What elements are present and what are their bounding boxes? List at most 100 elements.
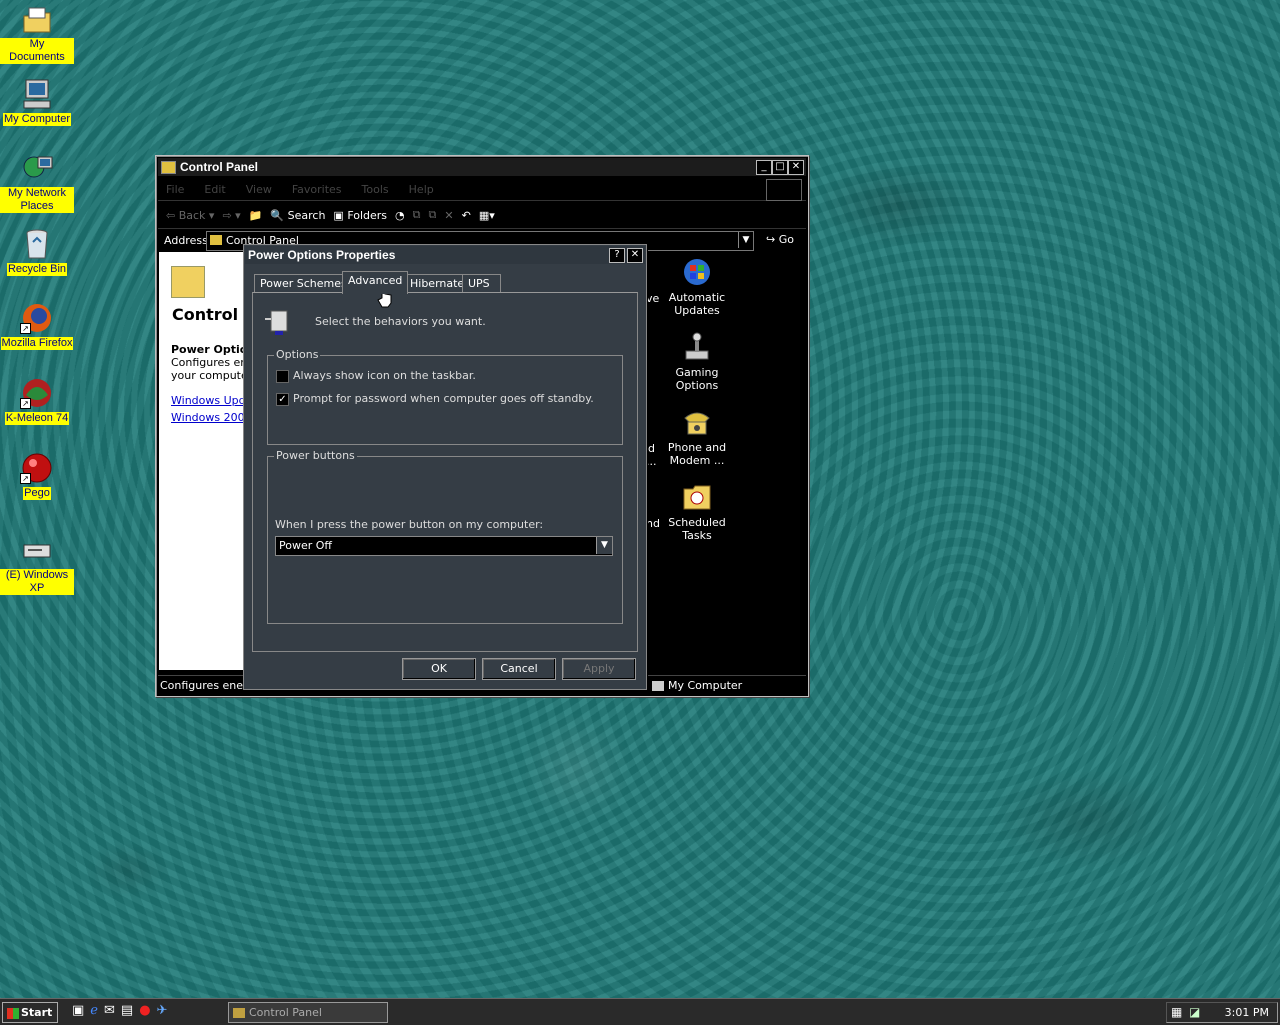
explorer-icon[interactable]: ▤ (121, 1003, 133, 1021)
power-button-select[interactable]: Power Off ▼ (275, 536, 613, 556)
prompt-password-label: Prompt for password when computer goes o… (293, 392, 594, 405)
undo-icon[interactable]: ↶ (462, 209, 471, 222)
power-options-desc-2: your computer (171, 369, 245, 382)
address-label: Address (164, 233, 208, 247)
show-icon-label: Always show icon on the taskbar. (293, 369, 476, 382)
tab-power-schemes[interactable]: Power Schemes (254, 274, 353, 293)
apply-button[interactable]: Apply (562, 658, 636, 680)
windows-2000-link[interactable]: Windows 2000 (171, 411, 245, 424)
toolbar: ⇦ Back ▾ ⇨ ▾ 📁 🔍 Search ▣ Folders ◔ ⧉ ⧉ … (158, 202, 806, 229)
dialog-titlebar[interactable]: Power Options Properties ? ✕ (245, 246, 645, 264)
scheduled-tasks-icon (681, 481, 713, 513)
menu-file[interactable]: File (166, 183, 184, 196)
desktop-icon-firefox[interactable]: ↗ Mozilla Firefox (0, 302, 74, 350)
taskbar-button-control-panel[interactable]: Control Panel (228, 1002, 388, 1023)
help-button[interactable]: ? (609, 248, 625, 263)
windows-flag-icon (7, 1007, 19, 1019)
go-button[interactable]: ↪ Go (766, 233, 794, 246)
power-options-desc-1: Configures ene (171, 356, 245, 369)
advanced-tab-panel: Select the behaviors you want. Options A… (252, 292, 638, 652)
power-buttons-group-label: Power buttons (274, 449, 357, 462)
cancel-button[interactable]: Cancel (482, 658, 556, 680)
windows-update-link[interactable]: Windows Upda (171, 394, 245, 407)
my-computer-small-icon (652, 680, 664, 691)
control-panel-task-icon (233, 1008, 245, 1018)
back-button[interactable]: ⇦ Back ▾ (166, 209, 214, 222)
desktop-icon-my-documents[interactable]: My Documents (0, 4, 74, 64)
ok-button[interactable]: OK (402, 658, 476, 680)
control-panel-items: ve d ... nd Automatic Updates Gaming Opt… (646, 252, 804, 670)
chevron-down-icon[interactable]: ▼ (596, 537, 612, 554)
prompt-password-checkbox[interactable]: ✓ (276, 393, 289, 406)
quick-launch: ▣ ℯ ✉ ▤ ● ✈ (72, 1003, 167, 1021)
up-folder-icon[interactable]: 📁 (249, 209, 263, 222)
shortcut-arrow-icon: ↗ (20, 398, 31, 409)
status-text: Configures energ (160, 678, 255, 692)
desktop-icon-pego[interactable]: ↗ Pego (0, 452, 74, 500)
outlook-express-icon[interactable]: ✉ (104, 1003, 115, 1021)
menu-help[interactable]: Help (409, 183, 434, 196)
menu-bar: File Edit View Favorites Tools Help (158, 178, 806, 201)
desktop-icon-cd-drive[interactable]: (E) Windows XP (0, 535, 74, 595)
show-icon-checkbox[interactable] (276, 370, 289, 383)
show-desktop-icon[interactable]: ▣ (72, 1003, 84, 1021)
power-options-title: Power Option (171, 343, 245, 356)
start-button[interactable]: Start (2, 1002, 58, 1023)
gaming-options-item[interactable]: Gaming Options (653, 331, 741, 392)
folder-documents-icon (20, 4, 54, 36)
network-tray-icon[interactable]: ▦ (1171, 1005, 1182, 1019)
power-behavior-icon (265, 307, 295, 337)
volume-tray-icon[interactable]: ◪ (1189, 1005, 1200, 1019)
menu-view[interactable]: View (246, 183, 272, 196)
desktop-icon-recycle-bin[interactable]: Recycle Bin (0, 228, 74, 276)
messenger-icon[interactable]: ✈ (157, 1003, 168, 1021)
joystick-icon (681, 331, 713, 363)
dialog-close-button[interactable]: ✕ (627, 248, 643, 263)
system-tray: ▦ ◪ 3:01 PM (1166, 1002, 1278, 1023)
control-panel-banner-icon (171, 266, 205, 298)
clock[interactable]: 3:01 PM (1225, 1006, 1269, 1019)
phone-icon (681, 406, 713, 438)
tab-ups[interactable]: UPS (462, 274, 501, 293)
folders-button[interactable]: ▣ Folders (333, 209, 387, 222)
tab-advanced[interactable]: Advanced (342, 271, 409, 294)
delete-icon[interactable]: ✕ (444, 209, 453, 222)
menu-edit[interactable]: Edit (204, 183, 225, 196)
folder-icon (210, 235, 222, 245)
left-pane-heading: Control P (172, 305, 245, 324)
maximize-button[interactable]: □ (772, 160, 788, 175)
control-panel-icon (161, 160, 176, 174)
tab-hibernate[interactable]: Hibernate (404, 274, 471, 293)
options-group: Options Always show icon on the taskbar.… (267, 348, 623, 445)
search-button[interactable]: 🔍 Search (270, 209, 325, 222)
close-button[interactable]: ✕ (788, 160, 804, 175)
windows-logo-icon (766, 179, 802, 201)
scheduled-tasks-item[interactable]: Scheduled Tasks (653, 481, 741, 542)
move-to-icon[interactable]: ⧉ (413, 208, 421, 222)
taskbar: Start ▣ ℯ ✉ ▤ ● ✈ Control Panel ▦ ◪ 3:01… (0, 998, 1280, 1025)
computer-icon (20, 78, 54, 110)
desktop-icon-my-computer[interactable]: My Computer (0, 78, 74, 126)
desktop-icon-network-places[interactable]: My Network Places (0, 153, 74, 213)
pego-quick-icon[interactable]: ● (139, 1003, 150, 1021)
views-button[interactable]: ▦▾ (479, 209, 495, 222)
forward-button[interactable]: ⇨ ▾ (222, 209, 240, 222)
power-buttons-group: Power buttons When I press the power but… (267, 449, 623, 624)
options-group-label: Options (274, 348, 321, 361)
automatic-updates-item[interactable]: Automatic Updates (653, 256, 741, 317)
left-info-pane: Control P Power Option Configures ene yo… (159, 252, 245, 670)
phone-and-modem-item[interactable]: Phone and Modem ... (653, 406, 741, 467)
network-icon (20, 153, 54, 185)
minimize-button[interactable]: _ (756, 160, 772, 175)
history-icon[interactable]: ◔ (395, 209, 405, 222)
address-dropdown-arrow[interactable]: ▼ (738, 232, 753, 248)
internet-explorer-icon[interactable]: ℯ (90, 1003, 98, 1021)
shortcut-arrow-icon: ↗ (20, 323, 31, 334)
windows-update-icon (681, 256, 713, 288)
menu-favorites[interactable]: Favorites (292, 183, 342, 196)
desktop-icon-kmeleon[interactable]: ↗ K-Meleon 74 (0, 377, 74, 425)
copy-to-icon[interactable]: ⧉ (429, 208, 437, 222)
dialog-title: Power Options Properties (248, 248, 396, 262)
window-titlebar[interactable]: Control Panel _ □ ✕ (158, 158, 806, 176)
menu-tools[interactable]: Tools (362, 183, 389, 196)
